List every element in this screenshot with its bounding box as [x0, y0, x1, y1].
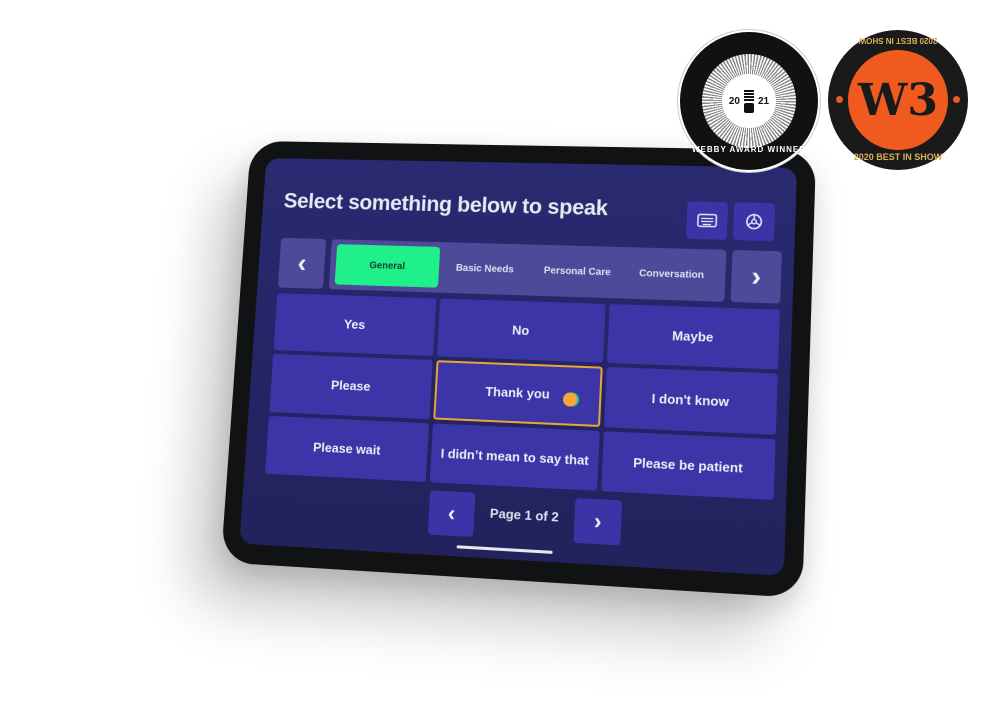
- tablet-device: Select something below to speak ‹ Genera…: [220, 140, 817, 599]
- phrase-i-didnt-mean[interactable]: I didn’t mean to say that: [429, 423, 600, 491]
- tab-general[interactable]: General: [334, 244, 441, 288]
- tab-personal-care[interactable]: Personal Care: [530, 249, 625, 293]
- w3-text-bottom: 2020 BEST IN SHOW: [853, 152, 943, 162]
- chevron-left-icon: ‹: [447, 500, 456, 526]
- settings-button[interactable]: [732, 202, 776, 242]
- w3-award-badge: 2020 BEST IN SHOW W3 2020 BEST IN SHOW: [828, 30, 968, 170]
- webby-year-right: 21: [758, 95, 770, 107]
- category-prev-button[interactable]: ‹: [277, 237, 327, 289]
- webby-sunburst: 20 21: [702, 54, 796, 148]
- webby-year-left: 20: [728, 95, 740, 107]
- phrase-maybe[interactable]: Maybe: [606, 304, 780, 370]
- category-next-button[interactable]: ›: [730, 249, 782, 304]
- webby-text: WEBBY AWARD WINNER: [692, 145, 806, 154]
- chevron-right-icon: ›: [593, 508, 603, 535]
- phrase-yes[interactable]: Yes: [273, 293, 437, 357]
- page-next-button[interactable]: ›: [573, 497, 623, 546]
- phrase-please[interactable]: Please: [269, 354, 434, 419]
- phrase-thank-you[interactable]: Thank you: [433, 360, 603, 427]
- page-prev-button[interactable]: ‹: [427, 490, 476, 538]
- page-indicator: Page 1 of 2: [489, 505, 560, 525]
- webby-award-badge: 20 21 WEBBY AWARD WINNER: [678, 30, 820, 172]
- phrase-no[interactable]: No: [437, 298, 606, 364]
- phrase-grid: Yes No Maybe Please Thank you I don't kn…: [265, 293, 780, 501]
- category-tabs: General Basic Needs Personal Care Conver…: [328, 239, 727, 302]
- phrase-i-dont-know[interactable]: I don't know: [603, 367, 778, 435]
- phrase-label: Thank you: [484, 384, 551, 403]
- gear-icon: [745, 212, 764, 230]
- keyboard-icon: [697, 213, 718, 227]
- home-indicator: [456, 545, 553, 554]
- w3-logo: W3: [848, 50, 948, 150]
- phrase-please-wait[interactable]: Please wait: [265, 415, 430, 482]
- keyboard-button[interactable]: [686, 201, 729, 240]
- tab-conversation[interactable]: Conversation: [623, 252, 720, 297]
- w3-dot: [836, 96, 843, 103]
- webby-core: 20 21: [722, 74, 776, 128]
- tablet-screen: Select something below to speak ‹ Genera…: [239, 158, 798, 576]
- chevron-left-icon: ‹: [296, 247, 308, 278]
- w3-text-top: 2020 BEST IN SHOW: [858, 36, 938, 45]
- page-title: Select something below to speak: [283, 188, 609, 221]
- tab-basic-needs[interactable]: Basic Needs: [438, 247, 532, 291]
- w3-dot: [953, 96, 960, 103]
- webby-spring-icon: [744, 90, 754, 113]
- chevron-right-icon: ›: [750, 260, 762, 292]
- gaze-cursor-icon: [562, 392, 578, 407]
- stage: Select something below to speak ‹ Genera…: [0, 0, 1000, 714]
- phrase-please-be-patient[interactable]: Please be patient: [600, 430, 776, 501]
